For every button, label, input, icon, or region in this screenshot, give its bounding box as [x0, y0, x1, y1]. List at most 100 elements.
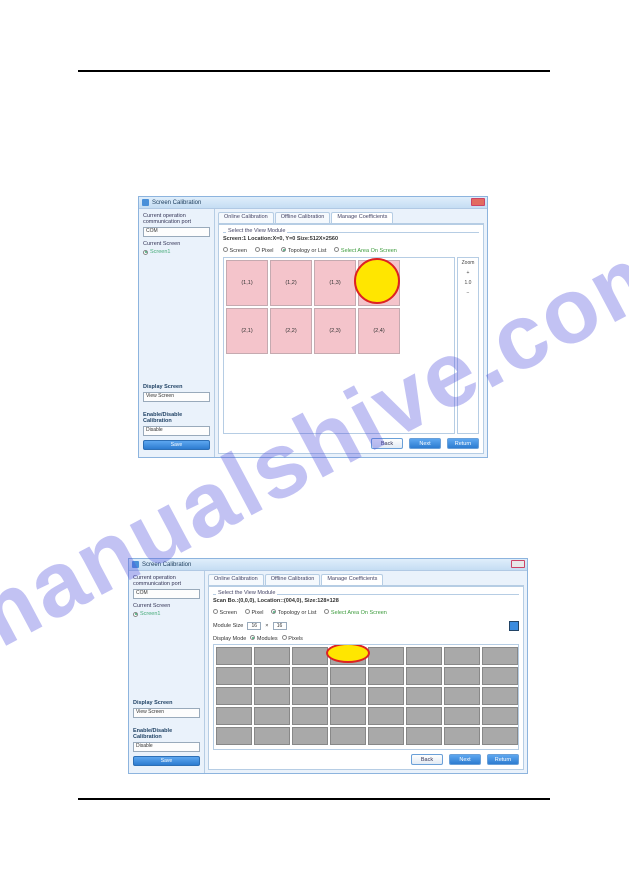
tab-offline[interactable]: Offline Calibration [275, 212, 331, 223]
port-select[interactable]: COM [133, 589, 200, 599]
grid-cell[interactable]: (2,4) [358, 308, 400, 354]
titlebar[interactable]: Screen Calibration [139, 197, 487, 209]
zoom-value: 1.0 [465, 280, 472, 286]
return-button[interactable]: Return [447, 438, 479, 449]
grid-cell[interactable] [368, 727, 404, 745]
tab-manage[interactable]: Manage Coefficients [331, 212, 393, 223]
app-icon [132, 561, 139, 568]
radio-icon [143, 250, 148, 255]
grid-cell[interactable] [368, 667, 404, 685]
grid-cell[interactable] [216, 687, 252, 705]
tab-manage[interactable]: Manage Coefficients [321, 574, 383, 585]
radio-icon [281, 247, 286, 252]
grid-cell[interactable]: (1,1) [226, 260, 268, 306]
info-line: Screen:1 Location:X=0, Y=0 Size:512X×256… [223, 236, 479, 242]
radio-select-area[interactable]: Select Area On Screen [334, 247, 396, 254]
grid-cell[interactable] [216, 647, 252, 665]
grid-cell[interactable] [406, 727, 442, 745]
main-frame: Select the View Module Scan Bo.:(0,0,0),… [208, 586, 524, 770]
grid-cell[interactable] [406, 667, 442, 685]
close-icon[interactable] [511, 560, 525, 568]
grid-cell[interactable] [482, 707, 518, 725]
grid-cell[interactable] [444, 667, 480, 685]
radio-pixel[interactable]: Pixel [245, 609, 263, 616]
current-screen-label: Current Screen [133, 603, 200, 609]
grid-cell[interactable] [368, 687, 404, 705]
grid-cell[interactable]: (1,2) [270, 260, 312, 306]
tab-online[interactable]: Online Calibration [208, 574, 264, 585]
grid-cell[interactable] [482, 667, 518, 685]
save-button[interactable]: Save [143, 440, 210, 450]
grid-cell[interactable] [254, 667, 290, 685]
grid-cell[interactable] [216, 727, 252, 745]
back-button[interactable]: Back [411, 754, 443, 765]
grid-cell[interactable] [254, 647, 290, 665]
grid-cell[interactable] [216, 707, 252, 725]
mode-pixels[interactable]: Pixels [282, 635, 303, 642]
grid-cell[interactable] [292, 667, 328, 685]
window-title: Screen Calibration [152, 200, 201, 206]
grid-cell[interactable] [292, 647, 328, 665]
grid-cell[interactable] [330, 707, 366, 725]
grid-cell[interactable] [330, 687, 366, 705]
grid-cell[interactable] [254, 687, 290, 705]
grid-cell[interactable] [406, 687, 442, 705]
grid-cell[interactable]: (2,1) [226, 308, 268, 354]
close-icon[interactable] [471, 198, 485, 206]
enable-select[interactable]: Disable [143, 426, 210, 436]
grid-cell[interactable] [482, 727, 518, 745]
radio-topology[interactable]: Topology or List [271, 609, 316, 616]
tab-online[interactable]: Online Calibration [218, 212, 274, 223]
grid-cell[interactable] [368, 707, 404, 725]
grid-cell[interactable] [368, 647, 404, 665]
grid-cell[interactable] [444, 687, 480, 705]
radio-screen[interactable]: Screen [213, 609, 237, 616]
module-height-input[interactable]: 16 [273, 622, 287, 630]
grid-cell[interactable] [406, 647, 442, 665]
grid-cell[interactable] [254, 727, 290, 745]
zoom-panel: Zoom + 1.0 − [457, 257, 479, 434]
enable-select[interactable]: Disable [133, 742, 200, 752]
grid-cell[interactable]: (1,3) [314, 260, 356, 306]
grid-cell[interactable]: (2,2) [270, 308, 312, 354]
next-button[interactable]: Next [449, 754, 481, 765]
zoom-plus-icon[interactable]: + [467, 270, 470, 276]
grid-cell[interactable] [330, 727, 366, 745]
grid-area[interactable]: (1,1) (1,2) (1,3) (1,4) (2,1) (2,2) (2,3… [223, 257, 455, 434]
screen-radio[interactable]: Screen1 [133, 611, 200, 617]
grid-cell[interactable] [444, 727, 480, 745]
back-button[interactable]: Back [371, 438, 403, 449]
left-panel: Current operation communication port COM… [129, 571, 205, 773]
grid-cell[interactable] [292, 727, 328, 745]
display-select[interactable]: View Screen [143, 392, 210, 402]
module-width-input[interactable]: 16 [247, 622, 261, 630]
titlebar[interactable]: Screen Calibration [129, 559, 527, 571]
radio-pixel[interactable]: Pixel [255, 247, 273, 254]
port-select[interactable]: COM [143, 227, 210, 237]
radio-screen[interactable]: Screen [223, 247, 247, 254]
grid-cell[interactable] [482, 687, 518, 705]
grid-cell[interactable] [216, 667, 252, 685]
radio-select-area[interactable]: Select Area On Screen [324, 609, 386, 616]
grid-cell[interactable] [292, 707, 328, 725]
grid-cell[interactable] [444, 707, 480, 725]
grid-area-2[interactable] [213, 644, 519, 750]
grid-cell[interactable] [292, 687, 328, 705]
grid-cell[interactable] [482, 647, 518, 665]
zoom-minus-icon[interactable]: − [467, 290, 470, 296]
grid-cell[interactable]: (2,3) [314, 308, 356, 354]
screen-radio[interactable]: Screen1 [143, 249, 210, 255]
grid-cell[interactable] [254, 707, 290, 725]
radio-icon [334, 247, 339, 252]
grid-cell[interactable] [406, 707, 442, 725]
next-button[interactable]: Next [409, 438, 441, 449]
return-button[interactable]: Return [487, 754, 519, 765]
tab-offline[interactable]: Offline Calibration [265, 574, 321, 585]
grid-cell[interactable] [444, 647, 480, 665]
grid-cell[interactable] [330, 667, 366, 685]
save-button[interactable]: Save [133, 756, 200, 766]
display-select[interactable]: View Screen [133, 708, 200, 718]
radio-topology[interactable]: Topology or List [281, 247, 326, 254]
mode-modules[interactable]: Modules [250, 635, 277, 642]
apply-icon[interactable] [509, 621, 519, 631]
